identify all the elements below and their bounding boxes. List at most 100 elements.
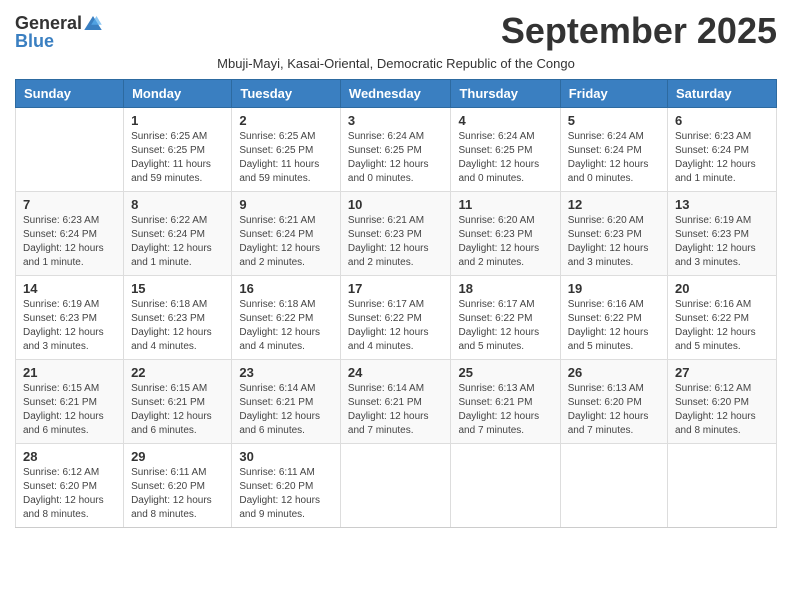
calendar-cell: 13 Sunrise: 6:19 AM Sunset: 6:23 PM Dayli…	[668, 192, 777, 276]
week-row-4: 28Sunrise: 6:12 AM Sunset: 6:20 PM Dayli…	[16, 444, 777, 528]
logo: General Blue	[15, 14, 102, 50]
day-info: Sunrise: 6:25 AM Sunset: 6:25 PM Dayligh…	[131, 130, 224, 186]
month-title: September 2025	[501, 10, 777, 52]
day-info: Sunrise: 6:21 AM Sunset: 6:23 PM Dayligh…	[348, 214, 444, 270]
day-info: Sunrise: 6:20 AM Sunset: 6:23 PM Dayligh…	[568, 214, 660, 270]
day-info: Sunrise: 6:13 AM Sunset: 6:20 PM Dayligh…	[568, 382, 660, 438]
subtitle: Mbuji-Mayi, Kasai-Oriental, Democratic R…	[15, 56, 777, 71]
day-info: Sunrise: 6:20 AM Sunset: 6:23 PM Dayligh…	[458, 214, 552, 270]
calendar-cell: 24Sunrise: 6:14 AM Sunset: 6:21 PM Dayli…	[340, 360, 451, 444]
calendar-cell	[16, 108, 124, 192]
day-number: 11	[458, 197, 552, 212]
calendar-cell: 19 Sunrise: 6:16 AM Sunset: 6:22 PM Dayli…	[560, 276, 667, 360]
calendar-cell: 29 Sunrise: 6:11 AM Sunset: 6:20 PM Dayli…	[124, 444, 232, 528]
calendar-cell: 7 Sunrise: 6:23 AM Sunset: 6:24 PM Daylig…	[16, 192, 124, 276]
day-number: 25	[458, 365, 552, 380]
day-number: 5	[568, 113, 660, 128]
day-info: Sunrise: 6:21 AM Sunset: 6:24 PM Dayligh…	[239, 214, 333, 270]
calendar-cell	[560, 444, 667, 528]
day-info: Sunrise: 6:11 AM Sunset: 6:20 PM Dayligh…	[239, 466, 333, 522]
day-number: 29	[131, 449, 224, 464]
calendar-cell: 9Sunrise: 6:21 AM Sunset: 6:24 PM Daylig…	[232, 192, 341, 276]
day-info: Sunrise: 6:24 AM Sunset: 6:25 PM Dayligh…	[458, 130, 552, 186]
calendar-table: SundayMondayTuesdayWednesdayThursdayFrid…	[15, 79, 777, 528]
col-header-thursday: Thursday	[451, 80, 560, 108]
day-info: Sunrise: 6:16 AM Sunset: 6:22 PM Dayligh…	[675, 298, 769, 354]
day-number: 12	[568, 197, 660, 212]
day-info: Sunrise: 6:25 AM Sunset: 6:25 PM Dayligh…	[239, 130, 333, 186]
day-number: 26	[568, 365, 660, 380]
day-number: 10	[348, 197, 444, 212]
col-header-monday: Monday	[124, 80, 232, 108]
day-number: 27	[675, 365, 769, 380]
calendar-cell: 28Sunrise: 6:12 AM Sunset: 6:20 PM Dayli…	[16, 444, 124, 528]
col-header-sunday: Sunday	[16, 80, 124, 108]
calendar-cell: 30 Sunrise: 6:11 AM Sunset: 6:20 PM Dayli…	[232, 444, 341, 528]
day-number: 7	[23, 197, 116, 212]
week-row-0: 1Sunrise: 6:25 AM Sunset: 6:25 PM Daylig…	[16, 108, 777, 192]
calendar-cell: 26 Sunrise: 6:13 AM Sunset: 6:20 PM Dayli…	[560, 360, 667, 444]
day-number: 15	[131, 281, 224, 296]
day-info: Sunrise: 6:18 AM Sunset: 6:22 PM Dayligh…	[239, 298, 333, 354]
calendar-cell: 18Sunrise: 6:17 AM Sunset: 6:22 PM Dayli…	[451, 276, 560, 360]
header-area: General Blue September 2025	[15, 10, 777, 52]
calendar-cell: 20 Sunrise: 6:16 AM Sunset: 6:22 PM Dayli…	[668, 276, 777, 360]
day-number: 21	[23, 365, 116, 380]
calendar-cell: 27Sunrise: 6:12 AM Sunset: 6:20 PM Dayli…	[668, 360, 777, 444]
col-header-friday: Friday	[560, 80, 667, 108]
calendar-cell: 6Sunrise: 6:23 AM Sunset: 6:24 PM Daylig…	[668, 108, 777, 192]
day-info: Sunrise: 6:11 AM Sunset: 6:20 PM Dayligh…	[131, 466, 224, 522]
day-number: 17	[348, 281, 444, 296]
day-info: Sunrise: 6:13 AM Sunset: 6:21 PM Dayligh…	[458, 382, 552, 438]
day-info: Sunrise: 6:24 AM Sunset: 6:24 PM Dayligh…	[568, 130, 660, 186]
day-info: Sunrise: 6:16 AM Sunset: 6:22 PM Dayligh…	[568, 298, 660, 354]
day-number: 23	[239, 365, 333, 380]
logo-icon	[84, 16, 102, 30]
calendar-cell: 22 Sunrise: 6:15 AM Sunset: 6:21 PM Dayli…	[124, 360, 232, 444]
calendar-cell: 11 Sunrise: 6:20 AM Sunset: 6:23 PM Dayli…	[451, 192, 560, 276]
week-row-2: 14 Sunrise: 6:19 AM Sunset: 6:23 PM Dayli…	[16, 276, 777, 360]
calendar-cell: 15Sunrise: 6:18 AM Sunset: 6:23 PM Dayli…	[124, 276, 232, 360]
col-header-tuesday: Tuesday	[232, 80, 341, 108]
day-number: 22	[131, 365, 224, 380]
day-number: 16	[239, 281, 333, 296]
day-info: Sunrise: 6:23 AM Sunset: 6:24 PM Dayligh…	[23, 214, 116, 270]
header-row: SundayMondayTuesdayWednesdayThursdayFrid…	[16, 80, 777, 108]
day-info: Sunrise: 6:19 AM Sunset: 6:23 PM Dayligh…	[23, 298, 116, 354]
col-header-saturday: Saturday	[668, 80, 777, 108]
day-number: 19	[568, 281, 660, 296]
calendar-cell: 8 Sunrise: 6:22 AM Sunset: 6:24 PM Daylig…	[124, 192, 232, 276]
logo-blue: Blue	[15, 32, 54, 50]
calendar-cell	[668, 444, 777, 528]
day-info: Sunrise: 6:24 AM Sunset: 6:25 PM Dayligh…	[348, 130, 444, 186]
calendar-cell: 14 Sunrise: 6:19 AM Sunset: 6:23 PM Dayli…	[16, 276, 124, 360]
day-number: 30	[239, 449, 333, 464]
col-header-wednesday: Wednesday	[340, 80, 451, 108]
day-info: Sunrise: 6:15 AM Sunset: 6:21 PM Dayligh…	[23, 382, 116, 438]
calendar-cell: 25 Sunrise: 6:13 AM Sunset: 6:21 PM Dayli…	[451, 360, 560, 444]
calendar-cell: 4Sunrise: 6:24 AM Sunset: 6:25 PM Daylig…	[451, 108, 560, 192]
day-number: 8	[131, 197, 224, 212]
week-row-1: 7 Sunrise: 6:23 AM Sunset: 6:24 PM Daylig…	[16, 192, 777, 276]
calendar-cell: 17Sunrise: 6:17 AM Sunset: 6:22 PM Dayli…	[340, 276, 451, 360]
day-number: 14	[23, 281, 116, 296]
day-number: 20	[675, 281, 769, 296]
day-info: Sunrise: 6:14 AM Sunset: 6:21 PM Dayligh…	[239, 382, 333, 438]
day-info: Sunrise: 6:19 AM Sunset: 6:23 PM Dayligh…	[675, 214, 769, 270]
day-info: Sunrise: 6:17 AM Sunset: 6:22 PM Dayligh…	[458, 298, 552, 354]
day-info: Sunrise: 6:15 AM Sunset: 6:21 PM Dayligh…	[131, 382, 224, 438]
calendar-cell: 16 Sunrise: 6:18 AM Sunset: 6:22 PM Dayli…	[232, 276, 341, 360]
day-info: Sunrise: 6:14 AM Sunset: 6:21 PM Dayligh…	[348, 382, 444, 438]
calendar-cell: 12 Sunrise: 6:20 AM Sunset: 6:23 PM Dayli…	[560, 192, 667, 276]
calendar-cell: 3 Sunrise: 6:24 AM Sunset: 6:25 PM Daylig…	[340, 108, 451, 192]
calendar-cell	[451, 444, 560, 528]
calendar-cell: 21 Sunrise: 6:15 AM Sunset: 6:21 PM Dayli…	[16, 360, 124, 444]
day-number: 3	[348, 113, 444, 128]
day-number: 2	[239, 113, 333, 128]
calendar-cell: 23 Sunrise: 6:14 AM Sunset: 6:21 PM Dayli…	[232, 360, 341, 444]
day-number: 28	[23, 449, 116, 464]
calendar-cell: 10 Sunrise: 6:21 AM Sunset: 6:23 PM Dayli…	[340, 192, 451, 276]
day-number: 13	[675, 197, 769, 212]
day-info: Sunrise: 6:22 AM Sunset: 6:24 PM Dayligh…	[131, 214, 224, 270]
logo-general: General	[15, 14, 82, 32]
